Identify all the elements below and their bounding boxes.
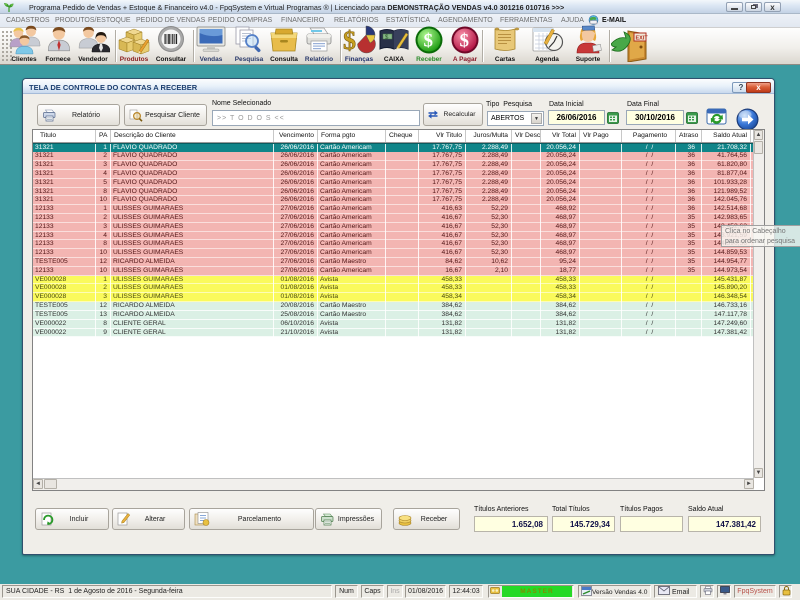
svg-text:$: $ bbox=[343, 26, 356, 55]
svg-text:EXIT: EXIT bbox=[636, 36, 649, 42]
svg-text:$: $ bbox=[460, 31, 470, 52]
svg-text:$: $ bbox=[424, 31, 434, 52]
